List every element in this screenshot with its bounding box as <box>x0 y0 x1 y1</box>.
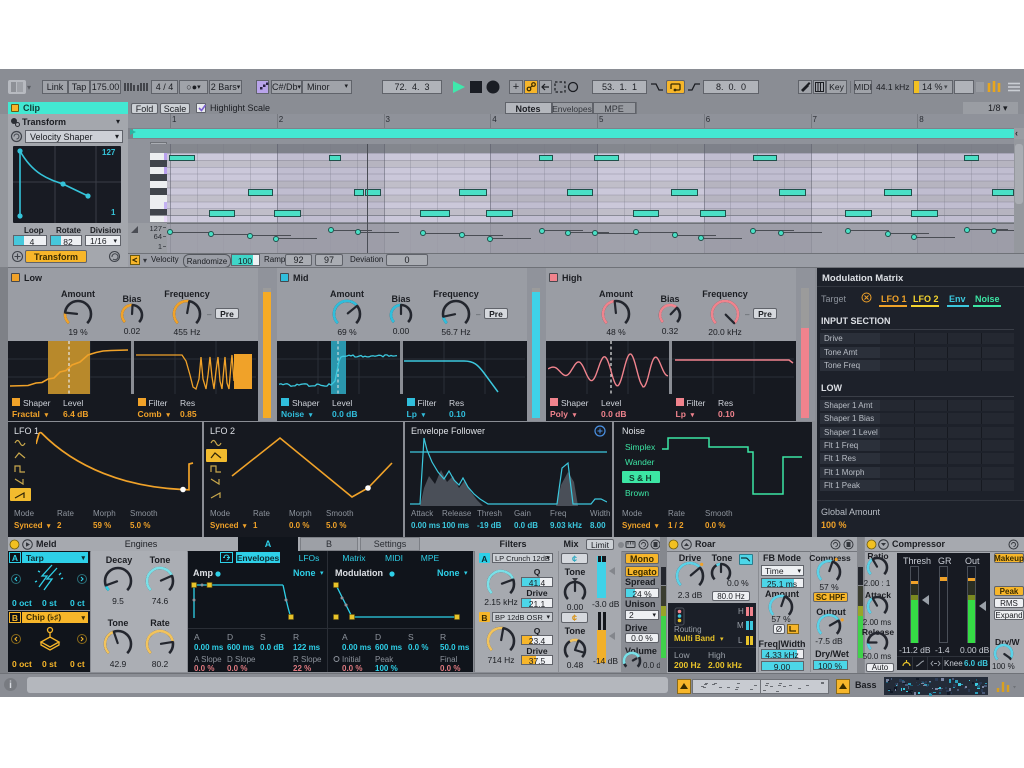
svg-text:i: i <box>9 680 12 691</box>
